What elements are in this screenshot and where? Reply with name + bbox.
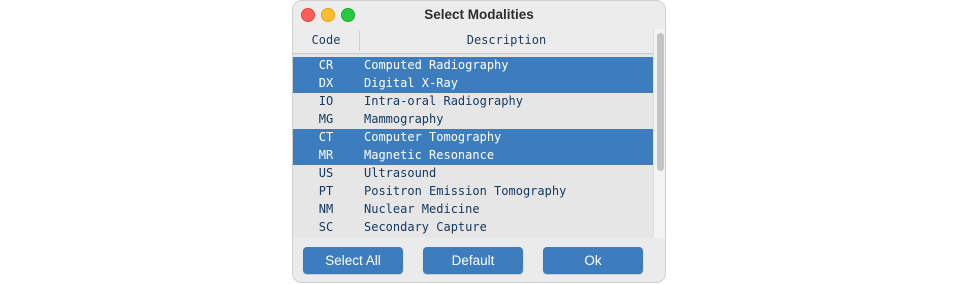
modality-code: CR [318, 58, 334, 72]
scrollbar-thumb[interactable] [657, 33, 664, 171]
modality-code: PT [318, 184, 334, 198]
vertical-scrollbar[interactable] [653, 29, 665, 238]
modality-code: IO [318, 94, 334, 108]
table-row[interactable]: DX Digital X-Ray [293, 75, 653, 93]
table-row[interactable]: IO Intra-oral Radiography [293, 93, 653, 111]
table-row[interactable]: NM Nuclear Medicine [293, 201, 653, 219]
modality-description: Positron Emission Tomography [364, 184, 567, 198]
table-row[interactable]: PT Positron Emission Tomography [293, 183, 653, 201]
modality-description: Magnetic Resonance [364, 148, 495, 162]
modality-description: Digital X-Ray [364, 76, 458, 90]
table-row[interactable]: CR Computed Radiography [293, 57, 653, 75]
modalities-table: Code Description CR Computed Radiography D… [293, 29, 653, 238]
modality-description: Ultrasound [364, 166, 437, 180]
table-body: CR Computed Radiography DX Digital X-Ray IO I… [293, 57, 653, 237]
table-row[interactable]: US Ultrasound [293, 165, 653, 183]
modality-description: Computer Tomography [364, 130, 502, 144]
modality-description: Mammography [364, 112, 444, 126]
ok-button[interactable]: Ok [543, 247, 643, 274]
modality-code: CT [318, 130, 334, 144]
table-row[interactable]: MR Magnetic Resonance [293, 147, 653, 165]
modality-description: Nuclear Medicine [364, 202, 480, 216]
modality-code: NM [318, 202, 334, 216]
table-row[interactable]: CT Computer Tomography [293, 129, 653, 147]
table-header: Code Description [293, 29, 653, 54]
modality-code: MR [318, 148, 334, 162]
select-modalities-dialog: Select Modalities Code Description CR Com… [292, 0, 666, 283]
modality-description: Secondary Capture [364, 220, 487, 234]
table-row[interactable]: SC Secondary Capture [293, 219, 653, 237]
column-header-code[interactable]: Code [293, 33, 359, 47]
title-bar: Select Modalities [293, 1, 665, 30]
modality-code: SC [318, 220, 334, 234]
modality-description: Computed Radiography [364, 58, 509, 72]
column-header-description[interactable]: Description [360, 33, 653, 47]
modality-code: MG [318, 112, 334, 126]
select-all-button[interactable]: Select All [303, 247, 403, 274]
default-button[interactable]: Default [423, 247, 523, 274]
modality-code: US [318, 166, 334, 180]
modality-code: DX [318, 76, 334, 90]
modality-description: Intra-oral Radiography [364, 94, 523, 108]
window-title: Select Modalities [424, 7, 534, 22]
table-row[interactable]: MG Mammography [293, 111, 653, 129]
